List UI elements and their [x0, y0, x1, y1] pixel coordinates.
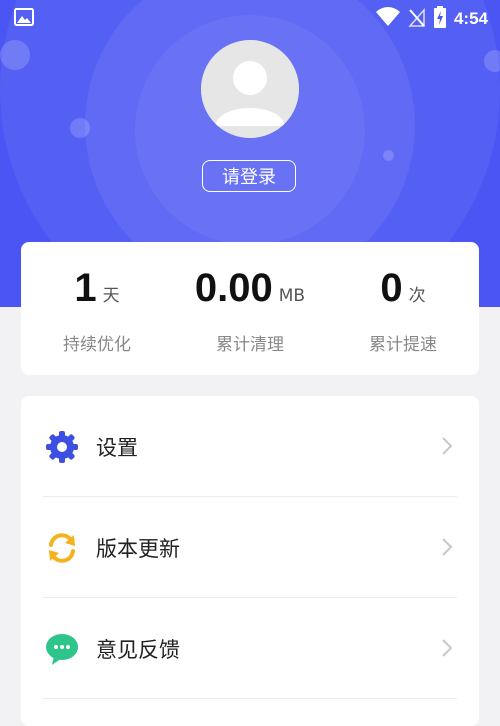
menu-item-feedback[interactable]: 意见反馈 — [21, 598, 479, 698]
decor-dot — [383, 150, 394, 161]
menu-item-version-update[interactable]: 版本更新 — [21, 497, 479, 597]
stat-label: 累计清理 — [216, 335, 284, 355]
stat-value: 0.00 — [194, 266, 273, 310]
stat-unit: MB — [278, 286, 306, 306]
no-signal-icon — [408, 7, 426, 31]
chat-icon — [45, 632, 79, 666]
stat-unit: 天 — [102, 286, 120, 306]
stat-value: 1 — [74, 266, 97, 310]
menu-item-label: 版本更新 — [96, 537, 180, 561]
status-bar: 4:54 — [0, 0, 500, 34]
gear-icon — [45, 430, 79, 464]
decor-dot — [70, 118, 90, 138]
chevron-right-icon — [441, 638, 453, 662]
stat-label: 累计提速 — [369, 335, 437, 355]
decor-dot — [484, 50, 500, 72]
menu-card: 设置 版本更新 意见反馈 — [21, 396, 479, 726]
decor-dot — [0, 40, 30, 70]
chevron-right-icon — [441, 537, 453, 561]
login-button[interactable]: 请登录 — [202, 160, 296, 192]
menu-item-settings[interactable]: 设置 — [21, 396, 479, 496]
stats-card: 1 天 持续优化 0.00 MB 累计清理 0 次 累计提速 — [21, 242, 479, 375]
refresh-icon — [45, 531, 79, 565]
menu-item-label: 意见反馈 — [96, 638, 180, 662]
stat-unit: 次 — [408, 286, 426, 306]
image-icon — [14, 8, 34, 30]
user-avatar-icon[interactable] — [201, 40, 299, 138]
wifi-icon — [375, 7, 400, 31]
chevron-right-icon — [441, 436, 453, 460]
battery-charging-icon — [433, 6, 446, 32]
stat-value: 0 — [380, 266, 403, 310]
stat-label: 持续优化 — [63, 335, 131, 355]
menu-item-label: 设置 — [96, 436, 138, 460]
divider — [43, 698, 457, 699]
clock: 4:54 — [453, 9, 488, 28]
